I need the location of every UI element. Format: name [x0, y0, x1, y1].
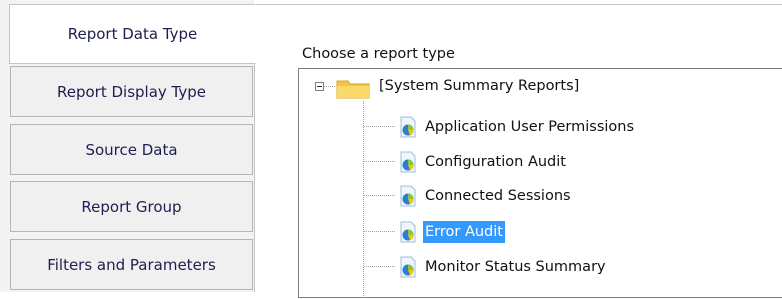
- choose-report-type-label: Choose a report type: [302, 46, 455, 62]
- report-data-type-panel: Choose a report type [System Summary Rep…: [254, 0, 782, 299]
- panel-border: [254, 4, 782, 5]
- tab-filters-and-parameters[interactable]: Filters and Parameters: [10, 239, 253, 290]
- tree-item-error-audit[interactable]: Error Audit: [399, 220, 506, 244]
- tree-item-configuration-audit[interactable]: Configuration Audit: [399, 150, 568, 174]
- panel-border: [254, 64, 255, 292]
- report-icon: [400, 116, 416, 138]
- tree-item-label: Monitor Status Summary: [425, 259, 606, 275]
- tree-item-monitor-status-summary[interactable]: Monitor Status Summary: [399, 255, 608, 279]
- report-icon: [400, 221, 416, 243]
- tab-label: Report Group: [81, 197, 182, 216]
- report-icon: [400, 185, 416, 207]
- tree-item-label: Configuration Audit: [425, 154, 566, 170]
- tab-label: Filters and Parameters: [47, 255, 216, 274]
- tab-report-group[interactable]: Report Group: [10, 181, 253, 232]
- tree-item-label: Error Audit: [422, 220, 506, 244]
- report-icon: [400, 256, 416, 278]
- tab-label: Report Data Type: [67, 25, 198, 43]
- tree-item-label: Connected Sessions: [425, 188, 571, 204]
- tree-item-label: Application User Permissions: [425, 119, 635, 135]
- folder-icon: [336, 80, 370, 99]
- tab-label: Source Data: [85, 140, 178, 159]
- tab-source-data[interactable]: Source Data: [10, 124, 253, 175]
- tree-root-label[interactable]: [System Summary Reports]: [379, 78, 579, 94]
- report-icon: [400, 151, 416, 173]
- tab-label: Report Display Type: [56, 82, 206, 101]
- tree-item-application-user-permissions[interactable]: Application User Permissions: [399, 115, 636, 139]
- collapse-toggle[interactable]: [315, 82, 324, 91]
- tree-item-connected-sessions[interactable]: Connected Sessions: [399, 184, 573, 208]
- tab-report-data-type[interactable]: Report Data Type: [9, 4, 256, 64]
- report-type-tree[interactable]: [System Summary Reports] Application Use…: [298, 68, 782, 299]
- tab-report-display-type[interactable]: Report Display Type: [10, 66, 253, 117]
- tab-strip: Report Data Type Report Display Type Sou…: [0, 0, 256, 292]
